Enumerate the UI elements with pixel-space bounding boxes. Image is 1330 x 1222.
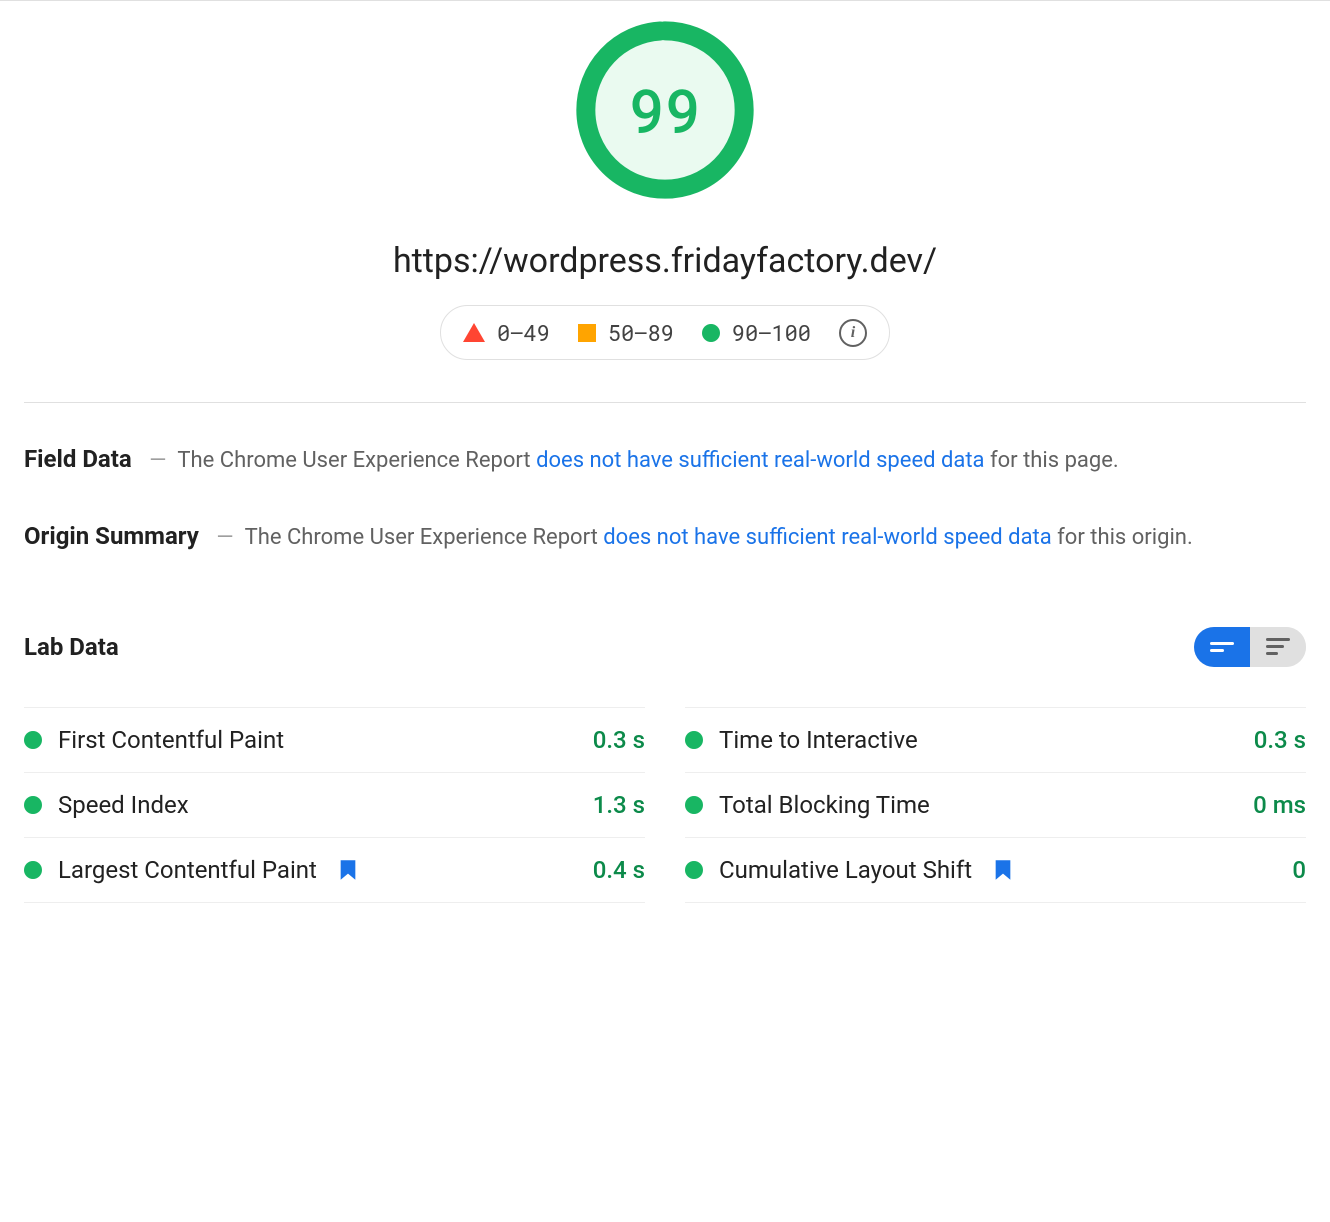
square-icon [578, 324, 596, 342]
dash-separator: — [216, 525, 233, 550]
field-data-suffix: for this page. [985, 448, 1119, 473]
status-dot-icon [24, 861, 42, 879]
metric-row[interactable]: Cumulative Layout Shift 0 [685, 837, 1306, 903]
legend-average-range: 50–89 [608, 318, 674, 347]
metric-row[interactable]: Speed Index 1.3 s [24, 772, 645, 837]
triangle-icon [463, 323, 485, 342]
status-dot-icon [685, 796, 703, 814]
metric-row[interactable]: Largest Contentful Paint 0.4 s [24, 837, 645, 903]
status-dot-icon [685, 861, 703, 879]
status-dot-icon [24, 731, 42, 749]
legend-poor: 0–49 [463, 318, 550, 347]
metric-label: Speed Index [58, 791, 189, 819]
bookmark-icon [994, 859, 1012, 881]
score-value: 99 [570, 15, 760, 205]
metric-label: Cumulative Layout Shift [719, 856, 972, 884]
legend-good: 90–100 [702, 318, 811, 347]
score-gauge: 99 [570, 15, 760, 205]
view-collapsed-button[interactable] [1250, 627, 1306, 667]
metric-value: 0 ms [1253, 791, 1306, 819]
origin-summary-link[interactable]: does not have sufficient real-world spee… [603, 525, 1051, 550]
legend-average: 50–89 [578, 318, 674, 347]
metric-row[interactable]: Time to Interactive 0.3 s [685, 707, 1306, 772]
origin-summary-title: Origin Summary [24, 522, 199, 550]
metric-value: 0.3 s [1254, 726, 1306, 754]
metric-value: 0 [1292, 856, 1306, 884]
metric-row[interactable]: Total Blocking Time 0 ms [685, 772, 1306, 837]
origin-summary-prefix: The Chrome User Experience Report [245, 525, 604, 550]
status-dot-icon [24, 796, 42, 814]
expanded-view-icon [1210, 642, 1234, 652]
metric-value: 0.4 s [593, 856, 645, 884]
bookmark-icon [339, 859, 357, 881]
metric-label: Largest Contentful Paint [58, 856, 317, 884]
metric-label: First Contentful Paint [58, 726, 284, 754]
dash-separator: — [149, 448, 166, 473]
metric-label: Total Blocking Time [719, 791, 930, 819]
info-icon[interactable]: i [839, 319, 867, 347]
status-dot-icon [685, 731, 703, 749]
score-legend: 0–49 50–89 90–100 i [440, 305, 890, 360]
page-url: https://wordpress.fridayfactory.dev/ [24, 241, 1306, 281]
lab-metrics: First Contentful Paint 0.3 s Speed Index 1.… [24, 707, 1306, 903]
legend-good-range: 90–100 [732, 318, 811, 347]
field-data-section: Field Data — The Chrome User Experience … [24, 439, 1306, 480]
legend-poor-range: 0–49 [497, 318, 550, 347]
view-toggle [1194, 627, 1306, 667]
field-data-title: Field Data [24, 445, 132, 473]
field-data-link[interactable]: does not have sufficient real-world spee… [536, 448, 984, 473]
origin-summary-section: Origin Summary — The Chrome User Experie… [24, 516, 1306, 557]
lab-data-title: Lab Data [24, 633, 119, 661]
metric-value: 1.3 s [593, 791, 645, 819]
collapsed-view-icon [1266, 638, 1290, 655]
field-data-prefix: The Chrome User Experience Report [177, 448, 536, 473]
circle-icon [702, 324, 720, 342]
score-section: 99 https://wordpress.fridayfactory.dev/ … [24, 1, 1306, 360]
metric-row[interactable]: First Contentful Paint 0.3 s [24, 707, 645, 772]
metric-value: 0.3 s [593, 726, 645, 754]
metric-label: Time to Interactive [719, 726, 918, 754]
view-expanded-button[interactable] [1194, 627, 1250, 667]
origin-summary-suffix: for this origin. [1052, 525, 1193, 550]
